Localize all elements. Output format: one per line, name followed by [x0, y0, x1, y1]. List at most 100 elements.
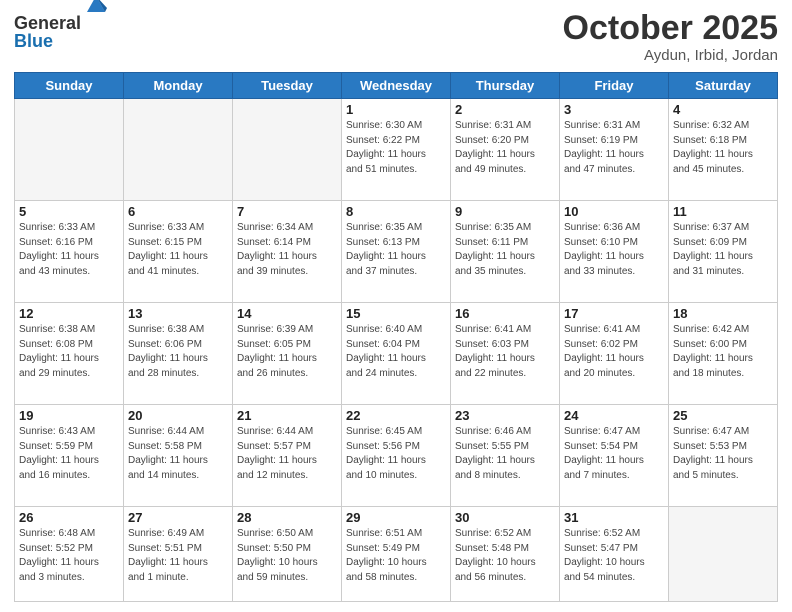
day-number: 3 [564, 102, 664, 117]
col-friday: Friday [560, 73, 669, 99]
calendar-cell: 12Sunrise: 6:38 AM Sunset: 6:08 PM Dayli… [15, 303, 124, 405]
calendar-cell: 21 Sunrise: 6:44 AM Sunset: 5:57 PM Dayli… [233, 405, 342, 507]
day-info: Sunrise: 6:52 AM Sunset: 5:48 PM Dayligh… [455, 527, 555, 585]
logo-icon [85, 0, 107, 16]
col-wednesday: Wednesday [342, 73, 451, 99]
calendar-cell: 29Sunrise: 6:51 AM Sunset: 5:49 PM Dayli… [342, 507, 451, 602]
day-number: 25 [673, 408, 773, 423]
calendar-week-row: 5Sunrise: 6:33 AM Sunset: 6:16 PM Daylig… [15, 201, 778, 303]
calendar-cell: 2 Sunrise: 6:31 AM Sunset: 6:20 PM Daylig… [451, 99, 560, 201]
day-info: Sunrise: 6:47 AM Sunset: 5:54 PM Dayligh… [564, 425, 664, 483]
day-info: Sunrise: 6:36 AM Sunset: 6:10 PM Dayligh… [564, 221, 664, 279]
calendar-cell [669, 507, 778, 602]
calendar-cell [15, 99, 124, 201]
day-number: 11 [673, 204, 773, 219]
day-number: 14 [237, 306, 337, 321]
day-number: 27 [128, 510, 228, 525]
day-info: Sunrise: 6:32 AM Sunset: 6:18 PM Dayligh… [673, 119, 773, 177]
calendar-cell: 19 Sunrise: 6:43 AM Sunset: 5:59 PM Dayli… [15, 405, 124, 507]
day-number: 30 [455, 510, 555, 525]
day-info: Sunrise: 6:35 AM Sunset: 6:11 PM Dayligh… [455, 221, 555, 279]
calendar-table: Sunday Monday Tuesday Wednesday Thursday… [14, 72, 778, 602]
day-info: Sunrise: 6:42 AM Sunset: 6:00 PM Dayligh… [673, 323, 773, 381]
day-number: 2 [455, 102, 555, 117]
day-info: Sunrise: 6:37 AM Sunset: 6:09 PM Dayligh… [673, 221, 773, 279]
day-info: Sunrise: 6:33 AM Sunset: 6:15 PM Dayligh… [128, 221, 228, 279]
col-thursday: Thursday [451, 73, 560, 99]
col-saturday: Saturday [669, 73, 778, 99]
day-info: Sunrise: 6:35 AM Sunset: 6:13 PM Dayligh… [346, 221, 446, 279]
day-number: 21 [237, 408, 337, 423]
calendar-cell: 10 Sunrise: 6:36 AM Sunset: 6:10 PM Dayli… [560, 201, 669, 303]
day-info: Sunrise: 6:34 AM Sunset: 6:14 PM Dayligh… [237, 221, 337, 279]
day-number: 18 [673, 306, 773, 321]
day-info: Sunrise: 6:39 AM Sunset: 6:05 PM Dayligh… [237, 323, 337, 381]
calendar-cell: 20Sunrise: 6:44 AM Sunset: 5:58 PM Dayli… [124, 405, 233, 507]
day-number: 1 [346, 102, 446, 117]
calendar-cell: 17 Sunrise: 6:41 AM Sunset: 6:02 PM Dayli… [560, 303, 669, 405]
calendar-cell: 24Sunrise: 6:47 AM Sunset: 5:54 PM Dayli… [560, 405, 669, 507]
day-number: 15 [346, 306, 446, 321]
calendar-cell: 28Sunrise: 6:50 AM Sunset: 5:50 PM Dayli… [233, 507, 342, 602]
calendar-cell: 4Sunrise: 6:32 AM Sunset: 6:18 PM Daylig… [669, 99, 778, 201]
page: General Blue October 2025 Aydun, Irbid, … [0, 0, 792, 612]
day-number: 5 [19, 204, 119, 219]
calendar-cell: 5Sunrise: 6:33 AM Sunset: 6:16 PM Daylig… [15, 201, 124, 303]
calendar-cell: 23 Sunrise: 6:46 AM Sunset: 5:55 PM Dayli… [451, 405, 560, 507]
calendar-cell: 7 Sunrise: 6:34 AM Sunset: 6:14 PM Daylig… [233, 201, 342, 303]
day-number: 17 [564, 306, 664, 321]
header: General Blue October 2025 Aydun, Irbid, … [14, 10, 778, 64]
day-info: Sunrise: 6:49 AM Sunset: 5:51 PM Dayligh… [128, 527, 228, 585]
calendar-week-row: 26 Sunrise: 6:48 AM Sunset: 5:52 PM Dayli… [15, 507, 778, 602]
calendar-cell [124, 99, 233, 201]
calendar-cell: 22Sunrise: 6:45 AM Sunset: 5:56 PM Dayli… [342, 405, 451, 507]
day-number: 23 [455, 408, 555, 423]
calendar-cell: 15 Sunrise: 6:40 AM Sunset: 6:04 PM Dayli… [342, 303, 451, 405]
day-info: Sunrise: 6:31 AM Sunset: 6:19 PM Dayligh… [564, 119, 664, 177]
day-number: 16 [455, 306, 555, 321]
day-number: 19 [19, 408, 119, 423]
calendar-cell: 3 Sunrise: 6:31 AM Sunset: 6:19 PM Daylig… [560, 99, 669, 201]
day-number: 29 [346, 510, 446, 525]
calendar-week-row: 19 Sunrise: 6:43 AM Sunset: 5:59 PM Dayli… [15, 405, 778, 507]
calendar-cell: 1Sunrise: 6:30 AM Sunset: 6:22 PM Daylig… [342, 99, 451, 201]
month-title: October 2025 [563, 10, 778, 47]
calendar-cell: 26 Sunrise: 6:48 AM Sunset: 5:52 PM Dayli… [15, 507, 124, 602]
day-info: Sunrise: 6:48 AM Sunset: 5:52 PM Dayligh… [19, 527, 119, 585]
day-info: Sunrise: 6:41 AM Sunset: 6:02 PM Dayligh… [564, 323, 664, 381]
day-info: Sunrise: 6:43 AM Sunset: 5:59 PM Dayligh… [19, 425, 119, 483]
calendar-week-row: 1Sunrise: 6:30 AM Sunset: 6:22 PM Daylig… [15, 99, 778, 201]
calendar-cell: 30 Sunrise: 6:52 AM Sunset: 5:48 PM Dayli… [451, 507, 560, 602]
logo: General Blue [14, 14, 81, 50]
day-number: 26 [19, 510, 119, 525]
calendar-cell: 9 Sunrise: 6:35 AM Sunset: 6:11 PM Daylig… [451, 201, 560, 303]
day-info: Sunrise: 6:44 AM Sunset: 5:58 PM Dayligh… [128, 425, 228, 483]
calendar-cell [233, 99, 342, 201]
calendar-cell: 25Sunrise: 6:47 AM Sunset: 5:53 PM Dayli… [669, 405, 778, 507]
day-number: 10 [564, 204, 664, 219]
day-info: Sunrise: 6:52 AM Sunset: 5:47 PM Dayligh… [564, 527, 664, 585]
day-number: 9 [455, 204, 555, 219]
col-tuesday: Tuesday [233, 73, 342, 99]
day-info: Sunrise: 6:50 AM Sunset: 5:50 PM Dayligh… [237, 527, 337, 585]
calendar-cell: 27 Sunrise: 6:49 AM Sunset: 5:51 PM Dayli… [124, 507, 233, 602]
calendar-week-row: 12Sunrise: 6:38 AM Sunset: 6:08 PM Dayli… [15, 303, 778, 405]
calendar-header-row: Sunday Monday Tuesday Wednesday Thursday… [15, 73, 778, 99]
day-number: 6 [128, 204, 228, 219]
title-block: October 2025 Aydun, Irbid, Jordan [563, 10, 778, 64]
day-number: 8 [346, 204, 446, 219]
logo-blue-text: Blue [14, 32, 81, 50]
day-info: Sunrise: 6:45 AM Sunset: 5:56 PM Dayligh… [346, 425, 446, 483]
day-info: Sunrise: 6:46 AM Sunset: 5:55 PM Dayligh… [455, 425, 555, 483]
day-info: Sunrise: 6:40 AM Sunset: 6:04 PM Dayligh… [346, 323, 446, 381]
day-number: 7 [237, 204, 337, 219]
col-monday: Monday [124, 73, 233, 99]
day-info: Sunrise: 6:41 AM Sunset: 6:03 PM Dayligh… [455, 323, 555, 381]
calendar-cell: 14 Sunrise: 6:39 AM Sunset: 6:05 PM Dayli… [233, 303, 342, 405]
calendar-cell: 18 Sunrise: 6:42 AM Sunset: 6:00 PM Dayli… [669, 303, 778, 405]
day-number: 31 [564, 510, 664, 525]
day-info: Sunrise: 6:38 AM Sunset: 6:06 PM Dayligh… [128, 323, 228, 381]
day-info: Sunrise: 6:44 AM Sunset: 5:57 PM Dayligh… [237, 425, 337, 483]
calendar-cell: 13Sunrise: 6:38 AM Sunset: 6:06 PM Dayli… [124, 303, 233, 405]
day-info: Sunrise: 6:31 AM Sunset: 6:20 PM Dayligh… [455, 119, 555, 177]
